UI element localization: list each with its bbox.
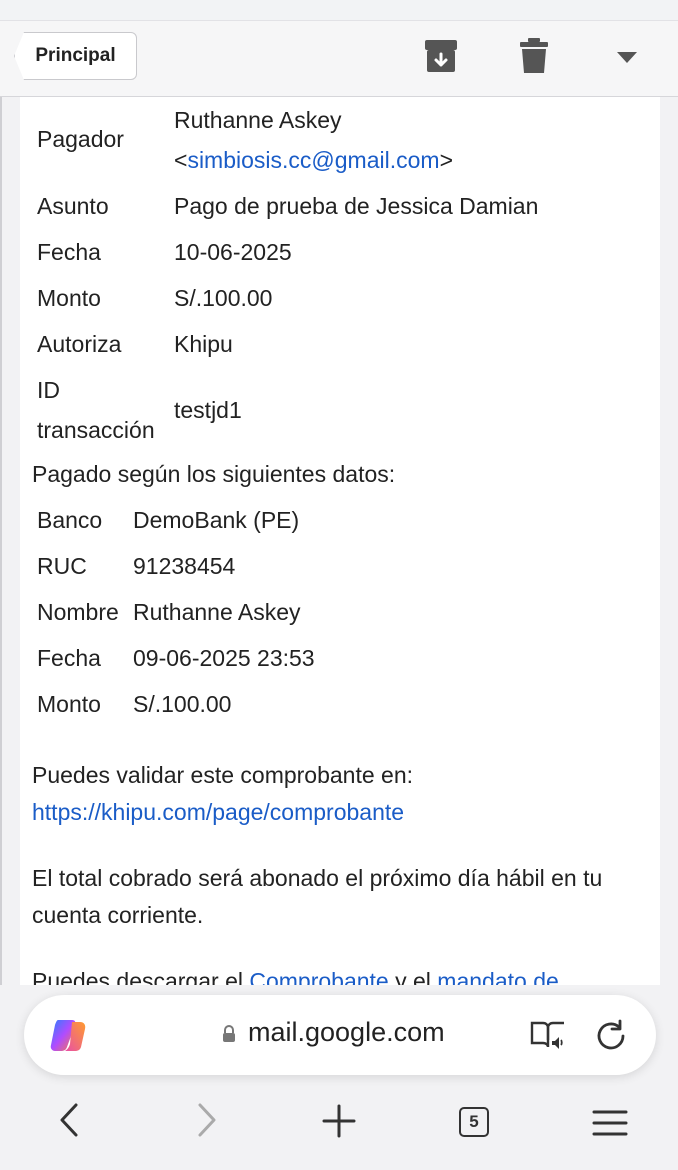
transaction-id-label-line2: transacción <box>37 417 155 443</box>
transaction-id-label-line1: ID <box>37 377 60 403</box>
transaction-id-value: testjd1 <box>174 397 242 423</box>
payer-name: Ruthanne Askey <box>174 107 342 133</box>
forward-icon[interactable] <box>196 1102 218 1138</box>
date-label: Fecha <box>37 239 101 265</box>
url-text[interactable]: mail.google.com <box>248 1017 445 1048</box>
address-bar[interactable]: mail.google.com <box>24 995 656 1075</box>
download-paragraph: Puedes descargar el Comprobante y el man… <box>32 963 657 985</box>
amount-value: S/.100.00 <box>174 285 273 311</box>
menu-icon[interactable] <box>592 1109 628 1137</box>
amount-label: Monto <box>37 285 101 311</box>
validate-link[interactable]: https://khipu.com/page/comprobante <box>32 794 657 831</box>
trash-icon[interactable] <box>520 37 548 75</box>
payer-email-link[interactable]: simbiosis.cc@gmail.com <box>187 147 439 173</box>
email-body: Pagador Ruthanne Askey <simbiosis.cc@gma… <box>20 97 660 985</box>
paid-heading: Pagado según los siguientes datos: <box>32 461 396 487</box>
download-text-2: y el <box>388 968 438 985</box>
archive-icon[interactable] <box>424 37 458 75</box>
bank-date-value: 09-06-2025 23:53 <box>133 645 315 671</box>
name-label: Nombre <box>37 599 119 625</box>
bank-amount-value: S/.100.00 <box>133 691 232 717</box>
name-value: Ruthanne Askey <box>133 599 301 625</box>
authorized-value: Khipu <box>174 331 233 357</box>
validate-text: Puedes validar este comprobante en: <box>32 762 414 788</box>
copilot-icon[interactable] <box>50 1016 90 1054</box>
mandate-link[interactable]: mandato de <box>437 968 558 985</box>
back-icon[interactable] <box>58 1102 80 1138</box>
validate-paragraph: Puedes validar este comprobante en: http… <box>32 757 657 831</box>
payer-email-line: <simbiosis.cc@gmail.com> <box>174 147 453 173</box>
back-to-inbox-button[interactable]: Principal <box>14 32 137 80</box>
dropdown-arrow-icon[interactable] <box>617 52 637 64</box>
bank-value: DemoBank (PE) <box>133 507 300 533</box>
download-text-1: Puedes descargar el <box>32 968 250 985</box>
bank-date-label: Fecha <box>37 645 101 671</box>
bank-amount-label: Monto <box>37 691 101 717</box>
ruc-value: 91238454 <box>133 553 236 579</box>
reader-mode-icon[interactable] <box>530 1019 566 1051</box>
payer-label: Pagador <box>37 126 124 152</box>
new-tab-icon[interactable] <box>322 1104 356 1138</box>
subject-label: Asunto <box>37 193 109 219</box>
ruc-label: RUC <box>37 553 87 579</box>
authorized-label: Autoriza <box>37 331 122 357</box>
date-value: 10-06-2025 <box>174 239 292 265</box>
subject-value: Pago de prueba de Jessica Damian <box>174 193 539 219</box>
tabs-button[interactable]: 5 <box>459 1107 489 1137</box>
bank-label: Banco <box>37 507 103 533</box>
reload-icon[interactable] <box>594 1019 628 1053</box>
status-strip <box>0 0 678 21</box>
email-toolbar: Principal <box>0 21 678 97</box>
lock-icon <box>223 1025 235 1042</box>
tab-count: 5 <box>469 1112 479 1131</box>
receipt-link[interactable]: Comprobante <box>249 968 388 985</box>
total-paragraph: El total cobrado será abonado el próximo… <box>32 865 603 928</box>
